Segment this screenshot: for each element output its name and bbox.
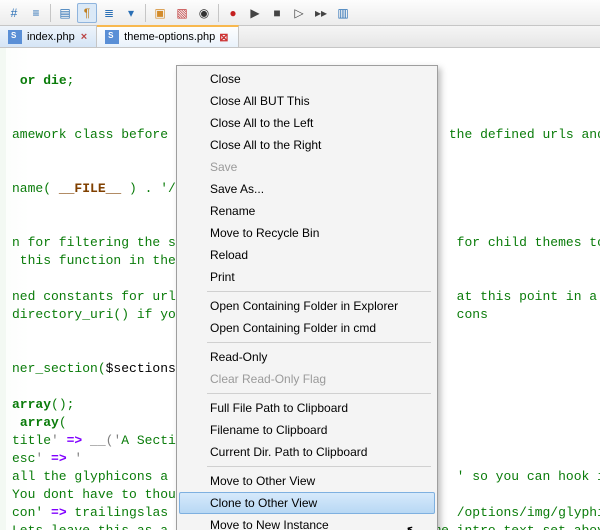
menu-item-reload[interactable]: Reload: [179, 244, 435, 266]
menu-item-clear-read-only-flag: Clear Read-Only Flag: [179, 368, 435, 390]
menu-item-full-file-path-to-clipboard[interactable]: Full File Path to Clipboard: [179, 397, 435, 419]
menu-item-filename-to-clipboard[interactable]: Filename to Clipboard: [179, 419, 435, 441]
menu-separator: [207, 466, 431, 467]
unsaved-indicator-icon[interactable]: ⊠: [218, 31, 229, 44]
menu-item-clone-to-other-view[interactable]: Clone to Other View: [179, 492, 435, 514]
tab-index-php[interactable]: index.php ×: [0, 26, 97, 47]
file-icon: [105, 30, 119, 44]
toolbar-separator: [218, 4, 219, 22]
tab-context-menu: CloseClose All BUT ThisClose All to the …: [176, 65, 438, 530]
menu-item-close-all-to-the-right[interactable]: Close All to the Right: [179, 134, 435, 156]
ff-icon[interactable]: ▸▸: [311, 3, 331, 23]
menu-separator: [207, 342, 431, 343]
eye-icon[interactable]: ◉: [194, 3, 214, 23]
stop-icon[interactable]: ■: [267, 3, 287, 23]
menu-item-close-all-to-the-left[interactable]: Close All to the Left: [179, 112, 435, 134]
menu-item-print[interactable]: Print: [179, 266, 435, 288]
menu-item-move-to-recycle-bin[interactable]: Move to Recycle Bin: [179, 222, 435, 244]
menu-item-open-containing-folder-in-explorer[interactable]: Open Containing Folder in Explorer: [179, 295, 435, 317]
step-icon[interactable]: ▷: [289, 3, 309, 23]
menu-item-read-only[interactable]: Read-Only: [179, 346, 435, 368]
doc-red-icon[interactable]: ▧: [172, 3, 192, 23]
tab-theme-options-php[interactable]: theme-options.php⊠: [97, 25, 238, 47]
play-icon[interactable]: ▶: [245, 3, 265, 23]
record-icon[interactable]: ●: [223, 3, 243, 23]
toolbar: #≡ ▤¶≣▾ ▣▧◉ ●▶■▷▸▸▥: [0, 0, 600, 26]
toolbar-separator: [145, 4, 146, 22]
toolbar-separator: [50, 4, 51, 22]
menu-item-save: Save: [179, 156, 435, 178]
file-icon: [8, 30, 22, 44]
align-left-icon[interactable]: ≡: [26, 3, 46, 23]
menu-item-rename[interactable]: Rename: [179, 200, 435, 222]
menu-item-current-dir-path-to-clipboard[interactable]: Current Dir. Path to Clipboard: [179, 441, 435, 463]
list-icon[interactable]: ▥: [333, 3, 353, 23]
down-icon[interactable]: ▾: [121, 3, 141, 23]
hash-icon[interactable]: #: [4, 3, 24, 23]
tab-bar: index.php × theme-options.php⊠: [0, 26, 600, 48]
menu-item-close-all-but-this[interactable]: Close All BUT This: [179, 90, 435, 112]
folder-icon[interactable]: ▣: [150, 3, 170, 23]
lines-icon[interactable]: ≣: [99, 3, 119, 23]
menu-item-open-containing-folder-in-cmd[interactable]: Open Containing Folder in cmd: [179, 317, 435, 339]
menu-item-move-to-other-view[interactable]: Move to Other View: [179, 470, 435, 492]
menu-separator: [207, 393, 431, 394]
menu-item-save-as[interactable]: Save As...: [179, 178, 435, 200]
menu-item-move-to-new-instance[interactable]: Move to New Instance: [179, 514, 435, 530]
tab-label: theme-options.php: [124, 31, 215, 43]
editor-area[interactable]: or die; amework class before the defined…: [0, 48, 600, 530]
menu-item-close[interactable]: Close: [179, 68, 435, 90]
menu-separator: [207, 291, 431, 292]
columns-icon[interactable]: ▤: [55, 3, 75, 23]
close-icon[interactable]: ×: [80, 31, 88, 43]
tab-label: index.php: [27, 31, 75, 43]
pilcrow-icon[interactable]: ¶: [77, 3, 97, 23]
